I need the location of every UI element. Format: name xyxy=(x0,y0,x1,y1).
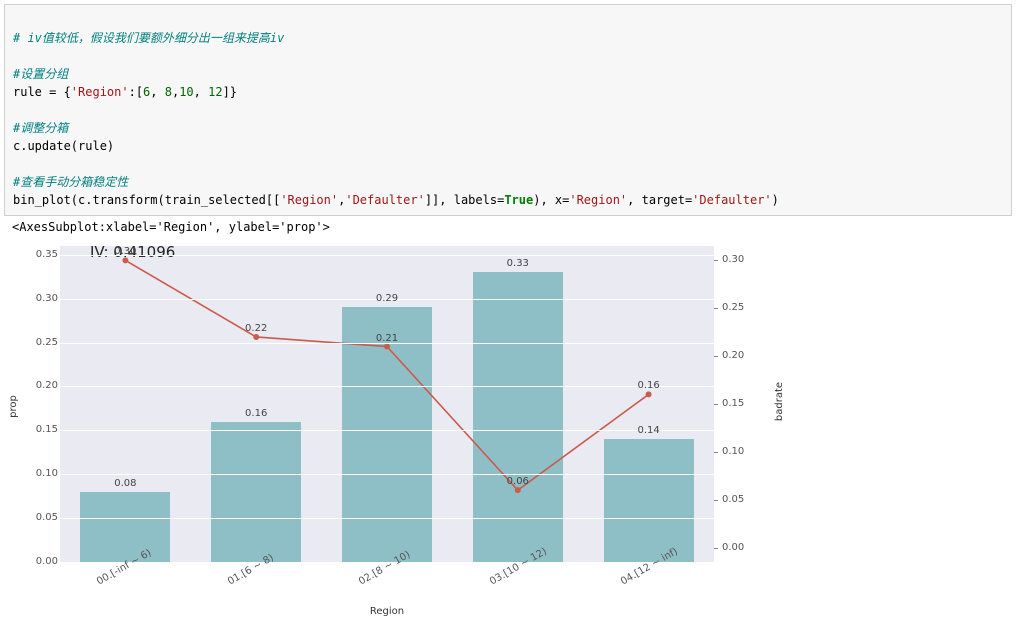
line-point-label: 0.21 xyxy=(367,333,407,344)
code-token: ), x= xyxy=(533,193,569,207)
bin-plot-chart: IV: 0.41096 prop badrate 0.000.050.100.1… xyxy=(4,236,734,632)
code-token: bin_plot(c.transform(train_selected[[ xyxy=(13,193,280,207)
y-tick-label: 0.35 xyxy=(18,249,58,260)
y2-axis-label: badrate xyxy=(774,382,785,421)
y-tick-label: 0.15 xyxy=(18,424,58,435)
grid-line xyxy=(60,386,714,387)
y2-tick-label: 0.15 xyxy=(722,398,762,409)
code-token: 'Defaulter' xyxy=(345,193,424,207)
output-repr: <AxesSubplot:xlabel='Region', ylabel='pr… xyxy=(4,216,1012,236)
y2-tick-mark xyxy=(714,500,718,501)
y2-tick-label: 0.25 xyxy=(722,302,762,313)
code-token: 'Defaulter' xyxy=(692,193,771,207)
grid-line xyxy=(60,474,714,475)
code-token: ]} xyxy=(223,85,237,99)
grid-line xyxy=(60,255,714,256)
bar-value-label: 0.14 xyxy=(629,425,669,436)
y2-tick-label: 0.30 xyxy=(722,254,762,265)
bar xyxy=(342,307,432,562)
grid-line xyxy=(60,518,714,519)
code-token: 10 xyxy=(179,85,193,99)
y2-tick-mark xyxy=(714,548,718,549)
y-axis-label: prop xyxy=(8,395,19,418)
bar xyxy=(211,422,301,562)
bar-value-label: 0.16 xyxy=(236,408,276,419)
bar xyxy=(604,439,694,562)
code-token: 12 xyxy=(208,85,222,99)
code-token: :[ xyxy=(129,85,143,99)
code-comment: #调整分箱 xyxy=(13,121,68,135)
bar-value-label: 0.29 xyxy=(367,293,407,304)
code-comment: # iv值较低，假设我们要额外细分出一组来提高iv xyxy=(13,31,284,45)
code-token: ) xyxy=(772,193,779,207)
y2-tick-mark xyxy=(714,404,718,405)
y-tick-label: 0.05 xyxy=(18,512,58,523)
code-token: , xyxy=(150,85,164,99)
code-token: ]], labels= xyxy=(425,193,504,207)
y-tick-label: 0.20 xyxy=(18,380,58,391)
code-token: , target= xyxy=(627,193,692,207)
y2-tick-mark xyxy=(714,260,718,261)
code-comment: #查看手动分箱稳定性 xyxy=(13,175,128,189)
y2-tick-mark xyxy=(714,356,718,357)
grid-line xyxy=(60,430,714,431)
y2-tick-label: 0.20 xyxy=(722,350,762,361)
line-point-label: 0.30 xyxy=(105,246,145,257)
code-token: 'Region' xyxy=(71,85,129,99)
y-tick-label: 0.00 xyxy=(18,556,58,567)
line-point-label: 0.16 xyxy=(629,380,669,391)
x-axis-label: Region xyxy=(357,606,417,617)
bar xyxy=(80,492,170,562)
code-token: 'Region' xyxy=(280,193,338,207)
code-token: True xyxy=(504,193,533,207)
line-point-label: 0.22 xyxy=(236,323,276,334)
bar-value-label: 0.33 xyxy=(498,258,538,269)
line-point-label: 0.06 xyxy=(498,476,538,487)
y-tick-label: 0.30 xyxy=(18,293,58,304)
code-comment: #设置分组 xyxy=(13,67,68,81)
code-cell: # iv值较低，假设我们要额外细分出一组来提高iv #设置分组 rule = {… xyxy=(4,4,1012,216)
code-token: 'Region' xyxy=(569,193,627,207)
y2-tick-mark xyxy=(714,452,718,453)
code-token: c.update(rule) xyxy=(13,139,114,153)
y2-tick-label: 0.10 xyxy=(722,446,762,457)
code-token: , xyxy=(194,85,208,99)
y-tick-label: 0.10 xyxy=(18,468,58,479)
y2-tick-label: 0.00 xyxy=(722,542,762,553)
bar-value-label: 0.08 xyxy=(105,478,145,489)
y2-tick-mark xyxy=(714,308,718,309)
code-token: 8 xyxy=(165,85,172,99)
y-tick-label: 0.25 xyxy=(18,337,58,348)
y2-tick-label: 0.05 xyxy=(722,494,762,505)
code-token: rule = { xyxy=(13,85,71,99)
